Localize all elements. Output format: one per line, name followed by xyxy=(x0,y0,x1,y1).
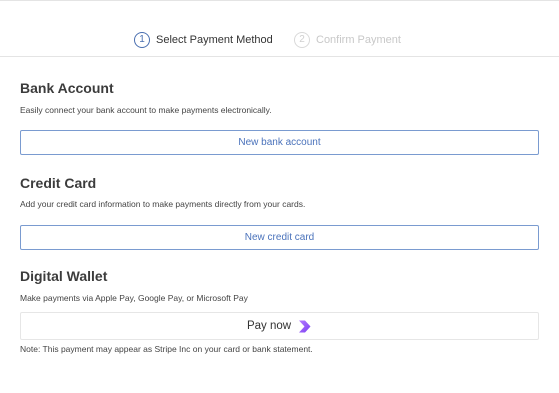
statement-note: Note: This payment may appear as Stripe … xyxy=(20,344,313,354)
pay-now-label: Pay now xyxy=(246,320,292,332)
step-select-payment-method: 1 Select Payment Method xyxy=(134,32,273,48)
bank-account-description: Easily connect your bank account to make… xyxy=(20,105,272,115)
step-label-confirm-payment: Confirm Payment xyxy=(316,34,401,46)
digital-wallet-description: Make payments via Apple Pay, Google Pay,… xyxy=(20,293,248,303)
digital-wallet-title: Digital Wallet xyxy=(20,268,108,284)
pay-now-button[interactable]: Pay now xyxy=(20,312,539,340)
step-number-1: 1 xyxy=(134,32,150,48)
bank-account-title: Bank Account xyxy=(20,80,114,96)
step-label-select-payment-method: Select Payment Method xyxy=(156,34,273,46)
credit-card-description: Add your credit card information to make… xyxy=(20,199,306,209)
new-credit-card-button[interactable]: New credit card xyxy=(20,225,539,250)
new-bank-account-button[interactable]: New bank account xyxy=(20,130,539,155)
step-confirm-payment: 2 Confirm Payment xyxy=(294,32,401,48)
credit-card-title: Credit Card xyxy=(20,175,97,191)
pay-now-chevron-icon xyxy=(297,319,312,334)
payment-stepper: 1 Select Payment Method 2 Confirm Paymen… xyxy=(0,0,559,57)
step-number-2: 2 xyxy=(294,32,310,48)
